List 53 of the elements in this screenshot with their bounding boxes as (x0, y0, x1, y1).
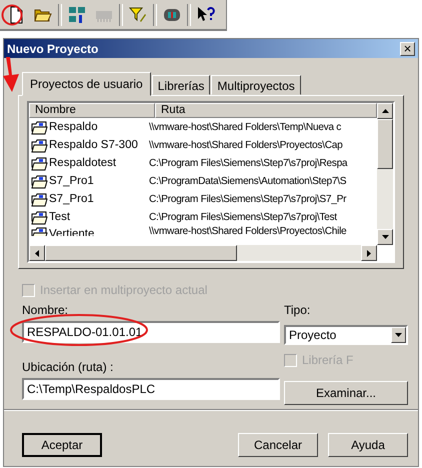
project-path: C:\Program Files\Siemens\Step7\s7proj\Respa (148, 158, 348, 168)
project-path: C:\Program Files\Siemens\Step7\s7proj\Test (148, 212, 338, 222)
project-icon (31, 174, 48, 188)
column-header[interactable]: Ruta (155, 103, 377, 118)
project-name[interactable]: Respaldo S7-300 (49, 139, 138, 151)
type-dropdown[interactable]: Proyecto (284, 325, 408, 345)
field-label: Nombre: (22, 303, 70, 317)
left-arrow-icon (35, 250, 39, 256)
dialog-button[interactable]: Ayuda (328, 433, 408, 457)
down-arrow-icon (382, 235, 388, 239)
down-arrow-icon (395, 333, 402, 337)
tab[interactable]: Multiproyectos (211, 75, 301, 95)
dropdown-button[interactable] (391, 327, 406, 343)
network-icon (68, 6, 86, 24)
project-path: \\vmware-host\Shared Folders\Proyectos\Cap (148, 140, 344, 150)
project-icon (31, 192, 48, 206)
browse-button[interactable]: Examinar... (284, 381, 408, 405)
annotation-circle (1, 4, 23, 26)
project-icon (31, 138, 48, 152)
scroll-left-button[interactable] (29, 245, 45, 261)
window-title: Nuevo Proyecto (7, 42, 98, 56)
project-name[interactable]: Respaldo (49, 121, 98, 133)
tab[interactable]: Librerías (152, 75, 210, 95)
annotation-arrow (2, 57, 22, 92)
scroll-right-button[interactable] (361, 245, 377, 261)
dialog-button[interactable]: Cancelar (238, 433, 318, 457)
project-icon (31, 120, 48, 134)
vertical-scrollbar[interactable] (377, 103, 393, 245)
close-button[interactable]: × (400, 42, 415, 56)
project-name[interactable]: S7_Pro1 (49, 193, 94, 205)
help-pointer-icon (197, 6, 215, 24)
dialog-button[interactable]: Aceptar (22, 433, 102, 457)
right-arrow-icon (367, 250, 371, 256)
up-arrow-icon (382, 109, 388, 113)
scroll-up-button[interactable] (377, 103, 393, 119)
filter-icon (129, 6, 147, 24)
project-name[interactable]: S7_Pro1 (49, 175, 94, 187)
project-icon (31, 210, 48, 224)
project-path: \\vmware-host\Shared Folders\Temp\Nueva c (148, 122, 342, 132)
project-icon (31, 156, 48, 170)
project-name[interactable]: Respaldotest (49, 157, 116, 169)
scroll-down-button[interactable] (377, 229, 393, 245)
field-label: Tipo: (284, 303, 312, 317)
field-label: Ubicación (ruta) : (22, 360, 114, 374)
project-name[interactable]: Test (49, 211, 70, 223)
project-path: C:\ProgramData\Siemens\Automation\Step7\S (148, 176, 348, 186)
project-path: \\vmware-host\Shared Folders\Proyectos\Chile (148, 226, 348, 236)
column-header[interactable]: Nombre (29, 103, 155, 118)
location-input[interactable]: C:\Temp\RespaldosPLC (22, 378, 280, 400)
tab[interactable]: Proyectos de usuario (22, 72, 151, 96)
name-input[interactable]: RESPALDO-01.01.01 (22, 321, 280, 343)
horizontal-scrollbar[interactable] (29, 245, 377, 261)
project-path: C:\Program Files\Siemens\Step7\s7proj\S7_Pr (148, 194, 348, 204)
